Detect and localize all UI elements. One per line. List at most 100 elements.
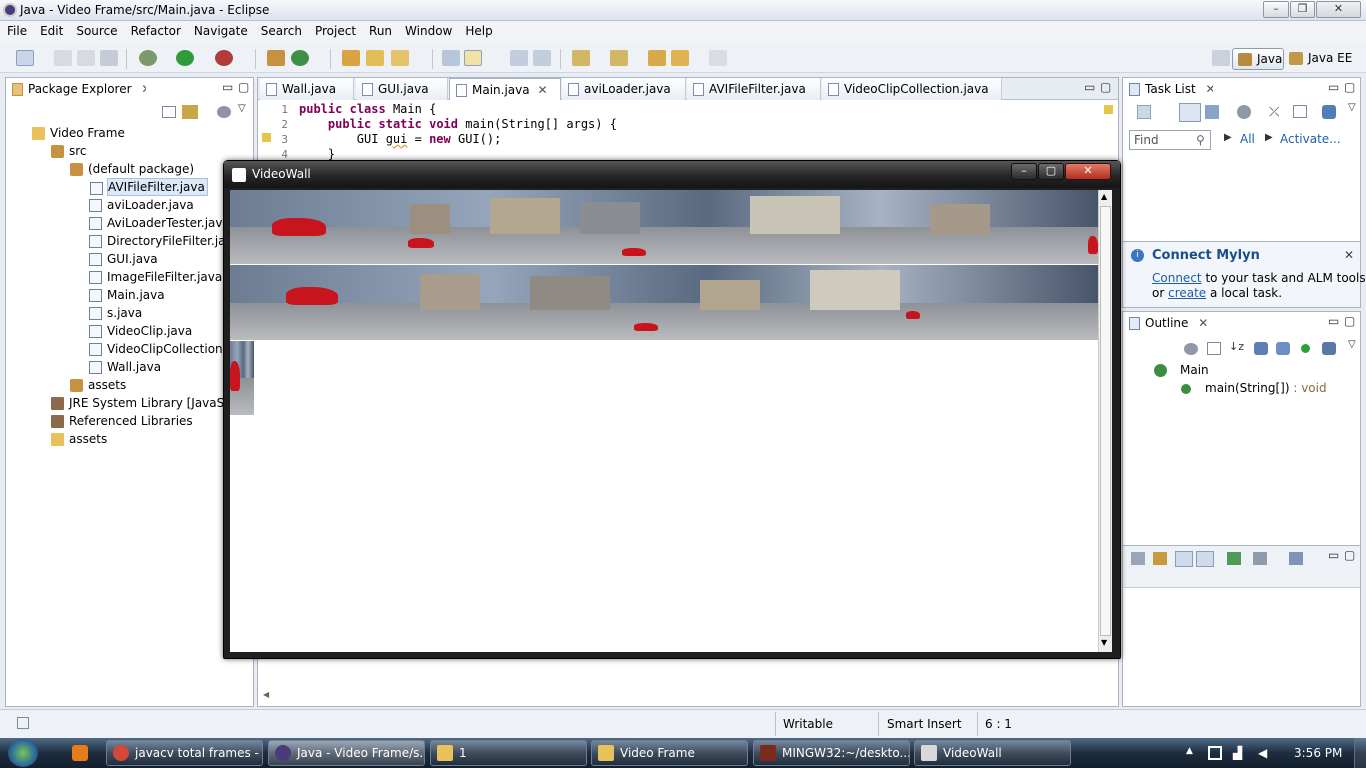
prev-annotation-icon[interactable] [610,50,628,66]
menu-navigate[interactable]: Navigate [187,21,254,38]
toggle-highlight-icon[interactable] [464,50,482,66]
hide-non-public-icon[interactable] [1301,344,1310,353]
perspective-java[interactable]: Java [1232,48,1284,70]
close-button[interactable]: ✕ [1065,163,1111,180]
scheduled-icon[interactable] [1205,105,1219,119]
tree-item[interactable]: aviLoader.java [89,196,194,214]
show-hidden-icons[interactable]: ▲ [1186,746,1193,756]
outline-class[interactable]: Main [1180,363,1209,377]
taskbar-item-chrome[interactable]: javacv total frames - ... [106,740,263,766]
save-all-icon[interactable] [77,50,95,66]
find-input[interactable]: Find ⚲ [1129,130,1211,150]
focus-icon[interactable] [1322,105,1336,119]
start-button[interactable] [8,739,38,767]
close-icon[interactable]: ✕ [1206,82,1213,96]
clock[interactable]: 3:56 PM [1294,746,1342,760]
scroll-down-icon[interactable]: ▼ [1101,638,1107,647]
horizontal-scrollbar[interactable]: ◀ [263,690,1113,702]
problems-icon[interactable] [1153,552,1167,565]
taskbar-item-video-frame[interactable]: Video Frame [591,740,748,766]
back-icon[interactable] [671,50,689,66]
close-icon[interactable]: ✕ [537,83,547,97]
tree-item[interactable]: Video Frame [32,124,125,142]
declaration-icon[interactable] [1196,551,1214,567]
link-with-editor-icon[interactable] [182,105,198,119]
tab-package-explorer[interactable]: Package Explorer ✕ [6,78,146,100]
fast-view-icon[interactable] [17,717,29,729]
taskbar-item-videowall[interactable]: VideoWall [914,740,1071,766]
minimize-button[interactable]: – [1263,1,1289,18]
tree-item[interactable]: assets [51,430,107,448]
debug-icon[interactable] [139,50,157,66]
minimize-view-icon[interactable]: ▭ [1328,80,1339,94]
tree-item[interactable]: Wall.java [89,358,161,376]
maximize-view-icon[interactable]: ▢ [1344,80,1355,94]
tab-gui[interactable]: GUI.java [356,78,448,100]
menu-help[interactable]: Help [458,21,498,38]
sync-icon[interactable] [1237,105,1251,119]
taskbar-item-eclipse[interactable]: Java - Video Frame/s... [268,740,425,766]
mark-occurrences-icon[interactable] [442,50,460,66]
next-annotation-icon[interactable] [572,50,590,66]
open-type-icon[interactable] [342,50,360,66]
menu-run[interactable]: Run [362,21,398,38]
taskbar-item-mingw[interactable]: MINGW32:~/deskto... [753,740,910,766]
tab-main[interactable]: Main.java ✕ [449,78,561,100]
code-text[interactable]: public class Main { public static void m… [299,102,617,162]
tab-task-list[interactable]: Task List ✕ [1123,78,1213,100]
tree-item[interactable]: AVIFileFilter.java [90,178,208,196]
create-link[interactable]: create [1168,286,1206,300]
tab-wall[interactable]: Wall.java [260,78,354,100]
tree-item[interactable]: GUI.java [89,250,158,268]
menu-source[interactable]: Source [69,21,123,38]
close-button[interactable]: ✕ [1316,1,1361,18]
open-resource-icon[interactable] [366,50,384,66]
menu-search[interactable]: Search [254,21,308,38]
tab-video-clip-collection[interactable]: VideoClipCollection.java [822,78,1002,100]
close-icon[interactable]: ✕ [1198,316,1208,330]
close-icon[interactable]: ✕ [141,82,146,96]
device-icon[interactable] [1208,746,1222,760]
network-icon[interactable]: ▟ [1233,746,1242,760]
collapse-all-icon[interactable] [162,106,176,118]
outline-method[interactable]: main(String[]) : void [1205,381,1327,395]
open-console-icon[interactable] [1289,552,1303,565]
focus-icon[interactable] [1184,343,1198,355]
new-class-icon[interactable] [291,50,309,66]
minimize-view-icon[interactable]: ▭ [1084,80,1095,94]
tree-item[interactable]: ImageFileFilter.java [89,268,222,286]
menu-refactor[interactable]: Refactor [124,21,187,38]
hide-local-types-icon[interactable] [1322,342,1336,355]
tree-item[interactable]: src [51,142,87,160]
javadoc-icon[interactable] [1175,551,1193,567]
pin-icon[interactable] [1227,552,1241,565]
hide-completed-icon[interactable]: ⤫ [1269,105,1279,120]
all-link[interactable]: All [1240,132,1255,146]
maximize-view-icon[interactable]: ▢ [1100,80,1111,94]
menu-window[interactable]: Window [398,21,458,38]
last-edit-icon[interactable] [648,50,666,66]
hide-static-icon[interactable] [1276,342,1290,355]
scroll-thumb[interactable] [1100,206,1111,636]
display-icon[interactable] [1253,552,1267,565]
maximize-button[interactable]: ❐ [1290,1,1315,18]
categorized-icon[interactable] [1179,103,1201,122]
menu-file[interactable]: File [0,21,33,38]
maximize-view-icon[interactable]: ▢ [238,80,249,94]
taskbar-item-folder-1[interactable]: 1 [430,740,587,766]
open-perspective-icon[interactable] [1212,50,1230,66]
volume-icon[interactable]: ◀ [1258,746,1267,760]
connect-link[interactable]: Connect [1152,271,1202,285]
search-icon[interactable] [391,50,409,66]
new-task-icon[interactable] [1137,105,1151,119]
close-icon[interactable]: ✕ [1344,248,1354,262]
external-tools-icon[interactable] [215,50,233,66]
print-icon[interactable] [100,50,118,66]
tab-avi-file-filter[interactable]: AVIFileFilter.java [687,78,821,100]
tree-item[interactable]: DirectoryFileFilter.java [89,232,240,250]
console-icon[interactable] [1131,552,1145,565]
view-menu-icon[interactable]: ▽ [238,103,246,114]
hide-fields-icon[interactable] [1254,342,1268,355]
collapse-all-icon[interactable] [1207,342,1221,355]
menu-project[interactable]: Project [308,21,362,38]
